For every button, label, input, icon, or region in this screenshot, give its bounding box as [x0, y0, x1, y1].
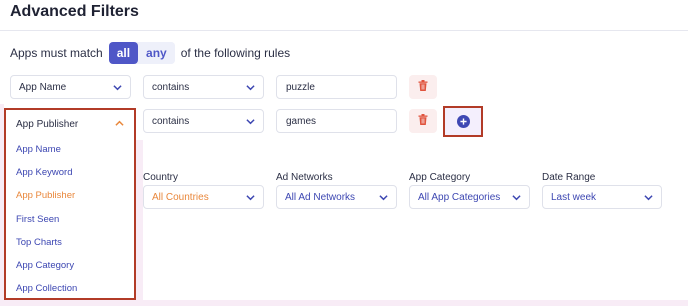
date-range-select[interactable]: Last week	[542, 185, 662, 209]
chevron-up-icon	[115, 119, 124, 131]
field-options-menu: App Name App Keyword App Publisher First…	[8, 138, 132, 300]
rule-2-value-input[interactable]: games	[276, 109, 397, 133]
rule-1-operator-select[interactable]: contains	[143, 75, 264, 99]
trash-icon	[418, 112, 428, 130]
chevron-down-icon	[246, 83, 255, 92]
chevron-down-icon	[246, 193, 255, 202]
match-mode-toggle: all any	[108, 42, 175, 64]
app-category-select[interactable]: All App Categories	[409, 185, 530, 209]
rule-2-field-select[interactable]: App Publisher	[8, 112, 132, 136]
chevron-down-icon	[644, 193, 653, 202]
country-value: All Countries	[152, 191, 209, 203]
add-rule-button[interactable]	[443, 106, 483, 137]
rule-1-field-value: App Name	[19, 81, 67, 93]
trash-icon	[418, 78, 428, 96]
plus-circle-icon	[456, 115, 470, 128]
menu-item-app-keyword[interactable]: App Keyword	[8, 161, 132, 184]
rule-1-field-select[interactable]: App Name	[10, 75, 131, 99]
backdrop-edge-dropdown	[136, 140, 143, 306]
page-title: Advanced Filters	[10, 3, 139, 20]
country-label: Country	[143, 172, 179, 183]
rule-2-operator-value: contains	[152, 115, 190, 127]
app-category-label: App Category	[409, 172, 471, 183]
country-select[interactable]: All Countries	[143, 185, 264, 209]
chevron-down-icon	[246, 117, 255, 126]
match-mode-row: Apps must match all any of the following…	[10, 42, 290, 64]
match-suffix: of the following rules	[180, 46, 291, 60]
rule-2-operator-select[interactable]: contains	[143, 109, 264, 133]
ad-networks-value: All Ad Networks	[285, 191, 356, 203]
rule-1-operator-value: contains	[152, 81, 190, 93]
rule-1-value-input[interactable]: puzzle	[276, 75, 397, 99]
menu-item-app-name[interactable]: App Name	[8, 138, 132, 161]
chevron-down-icon	[379, 193, 388, 202]
menu-item-top-charts[interactable]: Top Charts	[8, 231, 132, 254]
match-all-button[interactable]: all	[108, 42, 139, 64]
rule-2-delete-button[interactable]	[409, 109, 437, 133]
match-any-button[interactable]: any	[138, 42, 175, 64]
app-category-value: All App Categories	[418, 191, 501, 203]
backdrop-edge-bottom	[0, 300, 688, 306]
menu-item-app-category[interactable]: App Category	[8, 254, 132, 277]
rule-2-field-value: App Publisher	[16, 118, 79, 130]
ad-networks-label: Ad Networks	[276, 172, 333, 183]
match-prefix: Apps must match	[10, 46, 103, 60]
rule-2-field-dropdown: App Publisher App Name App Keyword App P…	[4, 108, 136, 300]
header-divider	[0, 30, 688, 31]
rule-1-delete-button[interactable]	[409, 75, 437, 99]
menu-item-app-collection[interactable]: App Collection	[8, 277, 132, 300]
date-range-label: Date Range	[542, 172, 596, 183]
chevron-down-icon	[113, 83, 122, 92]
menu-item-app-publisher[interactable]: App Publisher	[8, 184, 132, 207]
ad-networks-select[interactable]: All Ad Networks	[276, 185, 397, 209]
chevron-down-icon	[512, 193, 521, 202]
date-range-value: Last week	[551, 191, 597, 203]
menu-item-first-seen[interactable]: First Seen	[8, 208, 132, 231]
